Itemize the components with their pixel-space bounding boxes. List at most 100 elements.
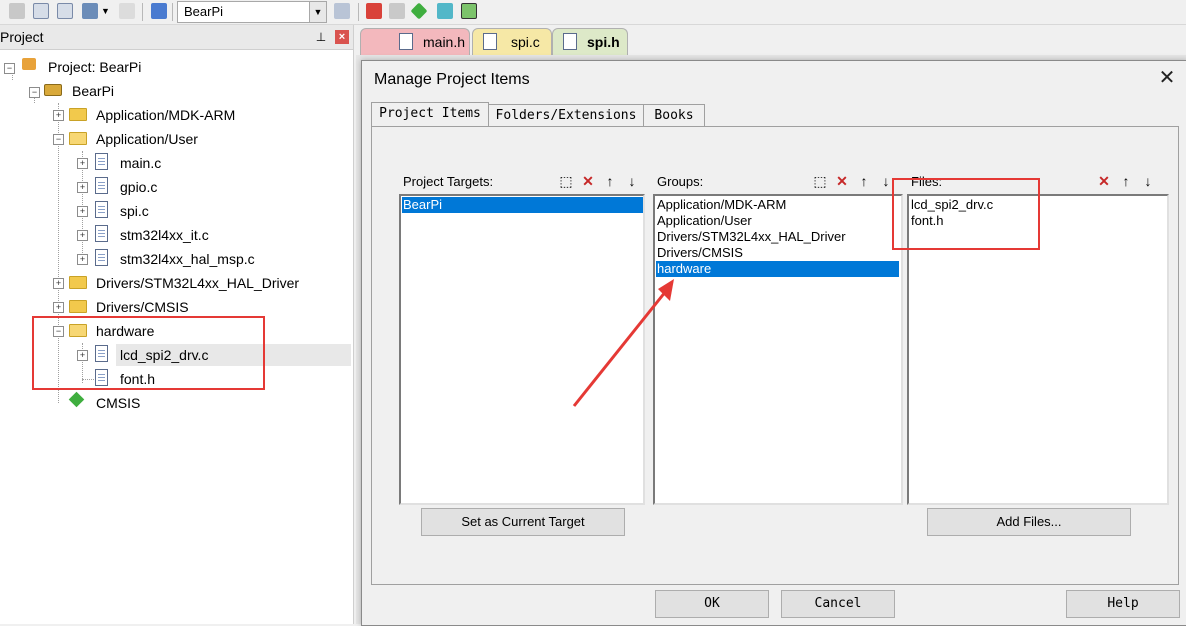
file-icon <box>95 153 108 170</box>
cancel-button[interactable]: Cancel <box>781 590 895 618</box>
collapse-toggle[interactable]: − <box>53 134 64 145</box>
annotation-highlight-box <box>892 178 1040 250</box>
list-item-group[interactable]: Drivers/STM32L4xx_HAL_Driver <box>656 229 846 245</box>
close-icon[interactable]: × <box>335 30 349 44</box>
tree-item-group[interactable]: Application/MDK-ARM <box>96 104 235 126</box>
file-icon <box>483 33 497 50</box>
tab-label: spi.h <box>587 34 620 50</box>
file-icon <box>399 33 413 50</box>
groups-header: Groups: ⬚ ✕ ↑ ↓ <box>653 172 899 192</box>
tab-project-items[interactable]: Project Items <box>371 102 489 128</box>
file-icon <box>95 225 108 242</box>
editor-tab-bar: main.h spi.c spi.h <box>356 25 1186 55</box>
manage-runtime-icon[interactable] <box>461 3 477 19</box>
tree-item-file[interactable]: spi.c <box>120 200 149 222</box>
tab-books[interactable]: Books <box>643 104 705 127</box>
close-icon[interactable]: ✕ <box>1155 67 1179 89</box>
folder-icon <box>69 300 87 313</box>
help-button[interactable]: Help <box>1066 590 1180 618</box>
tab-main-h[interactable]: main.h <box>360 28 470 55</box>
file-icon <box>563 33 577 50</box>
file-extensions-icon[interactable] <box>389 3 405 19</box>
targets-header-label: Project Targets: <box>403 174 494 189</box>
collapse-toggle[interactable]: − <box>4 63 15 74</box>
build-icon[interactable] <box>9 3 25 19</box>
set-current-target-button[interactable]: Set as Current Target <box>421 508 625 536</box>
delete-icon[interactable]: ✕ <box>1095 172 1113 190</box>
tab-spi-h[interactable]: spi.h <box>552 28 628 55</box>
tree-item-target[interactable]: BearPi <box>72 80 114 102</box>
target-select[interactable]: BearPi ▼ <box>177 1 327 23</box>
collapse-toggle[interactable]: − <box>29 87 40 98</box>
targets-header: Project Targets: ⬚ ✕ ↑ ↓ <box>399 172 645 192</box>
delete-icon[interactable]: ✕ <box>579 172 597 190</box>
add-files-button[interactable]: Add Files... <box>927 508 1131 536</box>
new-insert-icon[interactable]: ⬚ <box>811 172 829 190</box>
groups-listbox[interactable]: Application/MDK-ARM Application/User Dri… <box>653 194 903 505</box>
manage-project-items-dialog: Manage Project Items ✕ Project Items Fol… <box>361 60 1186 626</box>
select-packs-icon[interactable] <box>437 3 453 19</box>
list-item-group-selected[interactable]: hardware <box>656 261 899 277</box>
move-down-icon[interactable]: ↓ <box>623 172 641 190</box>
move-up-icon[interactable]: ↑ <box>1117 172 1135 190</box>
dialog-title: Manage Project Items <box>374 71 530 88</box>
panel-title: Project <box>0 29 44 45</box>
tree-item-cmsis[interactable]: CMSIS <box>96 392 140 414</box>
move-up-icon[interactable]: ↑ <box>855 172 873 190</box>
ok-button[interactable]: OK <box>655 590 769 618</box>
cmsis-component-icon <box>68 391 85 408</box>
annotation-highlight-box <box>32 316 265 390</box>
move-down-icon[interactable]: ↓ <box>1139 172 1157 190</box>
move-up-icon[interactable]: ↑ <box>601 172 619 190</box>
batch-setup-icon[interactable] <box>57 3 73 19</box>
tab-pane: Project Targets: ⬚ ✕ ↑ ↓ BearPi Groups: … <box>371 126 1179 585</box>
tab-folders-extensions[interactable]: Folders/Extensions <box>488 104 644 127</box>
expand-toggle[interactable]: + <box>77 182 88 193</box>
groups-header-label: Groups: <box>657 174 704 189</box>
expand-toggle[interactable]: + <box>77 158 88 169</box>
tree-item-file[interactable]: stm32l4xx_it.c <box>120 224 209 246</box>
tab-spi-c[interactable]: spi.c <box>472 28 552 55</box>
project-root-icon <box>22 58 36 70</box>
toolbar: ▼ BearPi ▼ <box>0 0 1186 25</box>
expand-toggle[interactable]: + <box>77 254 88 265</box>
stack-icon[interactable] <box>82 3 98 19</box>
pin-icon[interactable]: ⊥ <box>315 30 327 44</box>
delete-icon[interactable]: ✕ <box>833 172 851 190</box>
folder-open-icon <box>69 132 87 145</box>
target-select-value: BearPi <box>184 4 224 19</box>
new-insert-icon[interactable]: ⬚ <box>557 172 575 190</box>
tree-item-group[interactable]: Application/User <box>96 128 198 150</box>
list-item-target[interactable]: BearPi <box>402 197 643 213</box>
expand-toggle[interactable]: + <box>53 110 64 121</box>
tree-item-file[interactable]: main.c <box>120 152 161 174</box>
pack-installer-icon[interactable] <box>410 2 428 20</box>
disabled-icon <box>119 3 135 19</box>
list-item-group[interactable]: Application/MDK-ARM <box>656 197 786 213</box>
file-icon <box>95 177 108 194</box>
target-icon <box>44 84 62 96</box>
list-item-group[interactable]: Drivers/CMSIS <box>656 245 743 261</box>
dropdown-arrow-icon[interactable]: ▼ <box>101 3 110 19</box>
batch-build-icon[interactable] <box>33 3 49 19</box>
annotation-arrow <box>572 279 674 407</box>
tree-item-file[interactable]: stm32l4xx_hal_msp.c <box>120 248 255 270</box>
options-wand-icon[interactable] <box>334 3 350 19</box>
manage-components-icon[interactable] <box>366 3 382 19</box>
tree-item-project-root[interactable]: Project: BearPi <box>48 56 141 78</box>
file-icon <box>95 249 108 266</box>
expand-toggle[interactable]: + <box>53 278 64 289</box>
tree-item-file[interactable]: gpio.c <box>120 176 157 198</box>
expand-toggle[interactable]: + <box>77 230 88 241</box>
file-icon <box>95 201 108 218</box>
project-panel: Project ⊥ × − Project: BearPi − BearPi +… <box>0 25 354 624</box>
panel-header: Project ⊥ × <box>0 25 353 50</box>
list-item-group[interactable]: Application/User <box>656 213 752 229</box>
tab-label: main.h <box>423 34 466 50</box>
tree-item-group[interactable]: Drivers/STM32L4xx_HAL_Driver <box>96 272 299 294</box>
chevron-down-icon[interactable]: ▼ <box>309 2 326 22</box>
download-load-icon[interactable] <box>151 3 167 19</box>
expand-toggle[interactable]: + <box>77 206 88 217</box>
tree-item-group[interactable]: Drivers/CMSIS <box>96 296 189 318</box>
expand-toggle[interactable]: + <box>53 302 64 313</box>
